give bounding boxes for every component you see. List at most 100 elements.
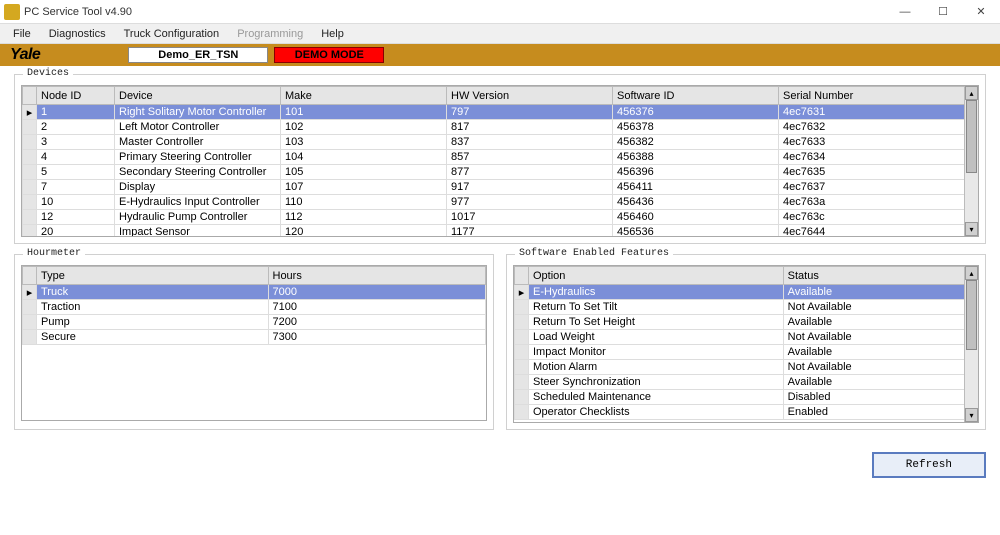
cell-type: Pump	[37, 315, 269, 330]
col-type[interactable]: Type	[37, 267, 269, 285]
menu-help[interactable]: Help	[312, 26, 353, 42]
row-header-col	[23, 87, 37, 105]
cell-option: E-Hydraulics	[529, 285, 784, 300]
cell-device: Secondary Steering Controller	[115, 165, 281, 180]
table-row[interactable]: Scheduled MaintenanceDisabled	[515, 390, 978, 405]
table-row[interactable]: ▸1Right Solitary Motor Controller1017974…	[23, 105, 978, 120]
cell-status: Available	[783, 345, 977, 360]
devices-table[interactable]: Node ID Device Make HW Version Software …	[22, 86, 978, 236]
col-status[interactable]: Status	[783, 267, 977, 285]
row-indicator	[515, 360, 529, 375]
table-row[interactable]: 3Master Controller1038374563824ec7633	[23, 135, 978, 150]
menu-programming[interactable]: Programming	[228, 26, 312, 42]
cell-type: Truck	[37, 285, 269, 300]
cell-sw: 456382	[613, 135, 779, 150]
cell-option: Return To Set Tilt	[529, 300, 784, 315]
row-indicator	[515, 375, 529, 390]
table-row[interactable]: ▸Truck7000	[23, 285, 486, 300]
col-software-id[interactable]: Software ID	[613, 87, 779, 105]
table-row[interactable]: Motion AlarmNot Available	[515, 360, 978, 375]
col-hw-version[interactable]: HW Version	[447, 87, 613, 105]
table-row[interactable]: 12Hydraulic Pump Controller1121017456460…	[23, 210, 978, 225]
table-row[interactable]: 2Left Motor Controller1028174563784ec763…	[23, 120, 978, 135]
cell-hw: 977	[447, 195, 613, 210]
cell-device: Left Motor Controller	[115, 120, 281, 135]
col-option[interactable]: Option	[529, 267, 784, 285]
cell-hw: 857	[447, 150, 613, 165]
table-row[interactable]: ▸E-HydraulicsAvailable	[515, 285, 978, 300]
devices-group: Devices Node ID Device Make HW Version S…	[14, 74, 986, 244]
table-row[interactable]: 20Impact Sensor12011774565364ec7644	[23, 225, 978, 237]
cell-option: Scheduled Maintenance	[529, 390, 784, 405]
features-scrollbar[interactable]: ▴ ▾	[964, 266, 978, 422]
cell-make: 112	[281, 210, 447, 225]
top-band: Yale Demo_ER_TSN DEMO MODE	[0, 44, 1000, 66]
cell-hw: 1177	[447, 225, 613, 237]
row-indicator	[23, 330, 37, 345]
refresh-button[interactable]: Refresh	[872, 452, 986, 478]
table-row[interactable]: 5Secondary Steering Controller1058774563…	[23, 165, 978, 180]
cell-serial: 4ec7631	[779, 105, 978, 120]
table-row[interactable]: Secure7300	[23, 330, 486, 345]
cell-node: 1	[37, 105, 115, 120]
table-row[interactable]: Return To Set TiltNot Available	[515, 300, 978, 315]
cell-sw: 456378	[613, 120, 779, 135]
devices-scrollbar[interactable]: ▴ ▾	[964, 86, 978, 236]
menu-diagnostics[interactable]: Diagnostics	[40, 26, 115, 42]
cell-device: Display	[115, 180, 281, 195]
table-row[interactable]: 10E-Hydraulics Input Controller110977456…	[23, 195, 978, 210]
cell-hw: 1017	[447, 210, 613, 225]
maximize-button[interactable]: ☐	[924, 0, 962, 24]
col-serial-number[interactable]: Serial Number	[779, 87, 978, 105]
table-row[interactable]: 7Display1079174564114ec7637	[23, 180, 978, 195]
table-row[interactable]: Pump7200	[23, 315, 486, 330]
cell-hw: 797	[447, 105, 613, 120]
table-row[interactable]: 4Primary Steering Controller104857456388…	[23, 150, 978, 165]
features-table[interactable]: Option Status ▸E-HydraulicsAvailableRetu…	[514, 266, 978, 420]
cell-make: 102	[281, 120, 447, 135]
close-button[interactable]: ✕	[962, 0, 1000, 24]
hourmeter-table[interactable]: Type Hours ▸Truck7000Traction7100Pump720…	[22, 266, 486, 345]
cell-serial: 4ec763c	[779, 210, 978, 225]
scroll-up-icon[interactable]: ▴	[965, 266, 978, 280]
cell-option: Operator Checklists	[529, 405, 784, 420]
app-icon	[4, 4, 20, 20]
features-group: Software Enabled Features Option Status …	[506, 254, 986, 430]
row-indicator: ▸	[23, 105, 37, 120]
cell-hw: 817	[447, 120, 613, 135]
cell-serial: 4ec7633	[779, 135, 978, 150]
cell-sw: 456376	[613, 105, 779, 120]
row-indicator	[23, 180, 37, 195]
table-row[interactable]: Traction7100	[23, 300, 486, 315]
table-row[interactable]: Steer SynchronizationAvailable	[515, 375, 978, 390]
cell-sw: 456396	[613, 165, 779, 180]
scroll-down-icon[interactable]: ▾	[965, 408, 978, 422]
cell-node: 2	[37, 120, 115, 135]
table-row[interactable]: Operator ChecklistsEnabled	[515, 405, 978, 420]
scroll-down-icon[interactable]: ▾	[965, 222, 978, 236]
cell-hours: 7100	[268, 300, 486, 315]
menu-truck-configuration[interactable]: Truck Configuration	[115, 26, 229, 42]
cell-hours: 7000	[268, 285, 486, 300]
minimize-button[interactable]: —	[886, 0, 924, 24]
table-row[interactable]: Load WeightNot Available	[515, 330, 978, 345]
table-row[interactable]: Impact MonitorAvailable	[515, 345, 978, 360]
col-hours[interactable]: Hours	[268, 267, 486, 285]
menu-file[interactable]: File	[4, 26, 40, 42]
scroll-up-icon[interactable]: ▴	[965, 86, 978, 100]
cell-make: 105	[281, 165, 447, 180]
row-indicator	[515, 330, 529, 345]
cell-serial: 4ec7637	[779, 180, 978, 195]
demo-name-label: Demo_ER_TSN	[128, 47, 268, 63]
col-make[interactable]: Make	[281, 87, 447, 105]
row-indicator	[23, 210, 37, 225]
row-indicator	[23, 300, 37, 315]
cell-serial: 4ec7632	[779, 120, 978, 135]
row-indicator	[23, 225, 37, 237]
table-row[interactable]: Return To Set HeightAvailable	[515, 315, 978, 330]
row-indicator	[515, 390, 529, 405]
col-node-id[interactable]: Node ID	[37, 87, 115, 105]
col-device[interactable]: Device	[115, 87, 281, 105]
cell-serial: 4ec7635	[779, 165, 978, 180]
cell-node: 20	[37, 225, 115, 237]
